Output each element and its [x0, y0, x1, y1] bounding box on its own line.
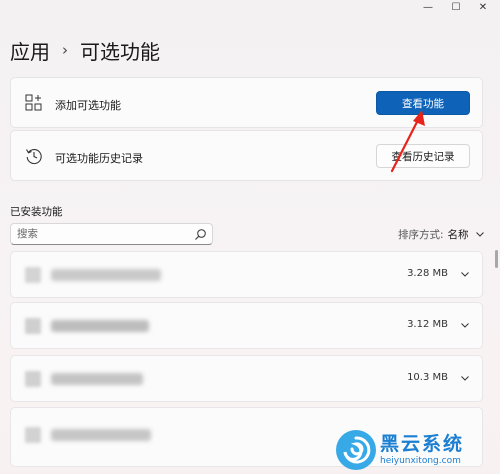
add-feature-card: 添加可选功能 查看功能 — [10, 77, 483, 128]
scrollbar-thumb[interactable] — [495, 250, 498, 268]
maximize-button[interactable]: ☐ — [443, 0, 469, 14]
feature-icon — [25, 427, 41, 443]
add-feature-label: 添加可选功能 — [55, 99, 121, 112]
feature-history-card: 可选功能历史记录 查看历史记录 — [10, 130, 483, 181]
search-icon[interactable] — [194, 228, 207, 241]
title-bar: — ☐ ✕ — [0, 0, 500, 14]
chevron-down-icon[interactable] — [460, 373, 470, 383]
feature-size: 10.3 MB — [407, 372, 448, 383]
breadcrumb-separator: › — [62, 41, 68, 59]
feature-icon — [25, 267, 41, 283]
feature-size: 3.28 MB — [407, 268, 448, 279]
feature-name-redacted — [51, 269, 161, 281]
feature-name-redacted — [51, 320, 149, 332]
installed-features-heading: 已安装功能 — [10, 206, 63, 218]
sort-dropdown[interactable]: 排序方式: 名称 — [398, 226, 485, 242]
feature-name-redacted — [51, 429, 151, 441]
swirl-icon — [343, 436, 371, 464]
add-grid-icon — [25, 94, 42, 111]
breadcrumb: 应用 › 可选功能 — [10, 35, 160, 65]
watermark-url: heiyunxitong.com — [380, 456, 461, 466]
view-history-button[interactable]: 查看历史记录 — [376, 144, 470, 168]
feature-row[interactable]: 3.28 MB — [10, 251, 483, 298]
breadcrumb-parent-apps[interactable]: 应用 — [10, 36, 50, 65]
history-icon — [26, 149, 42, 165]
search-box[interactable] — [10, 223, 213, 245]
search-input[interactable] — [17, 226, 187, 242]
feature-name-redacted — [51, 373, 143, 385]
chevron-down-icon — [475, 232, 484, 237]
page-title: 可选功能 — [80, 39, 160, 64]
watermark-title: 黑云系统 — [380, 433, 465, 455]
feature-size: 3.12 MB — [407, 319, 448, 330]
sort-label: 排序方式: — [398, 228, 444, 241]
feature-history-label: 可选功能历史记录 — [55, 152, 143, 165]
view-features-button[interactable]: 查看功能 — [376, 91, 470, 115]
feature-row[interactable]: 10.3 MB — [10, 355, 483, 402]
chevron-down-icon[interactable] — [460, 320, 470, 330]
feature-icon — [25, 318, 41, 334]
close-button[interactable]: ✕ — [470, 0, 496, 14]
minimize-button[interactable]: — — [415, 0, 441, 14]
feature-icon — [25, 371, 41, 387]
watermark-logo — [336, 430, 376, 470]
sort-value: 名称 — [447, 228, 469, 241]
chevron-down-icon[interactable] — [460, 269, 470, 279]
feature-row[interactable]: 3.12 MB — [10, 302, 483, 349]
watermark: 黑云系统 heiyunxitong.com — [336, 428, 496, 472]
